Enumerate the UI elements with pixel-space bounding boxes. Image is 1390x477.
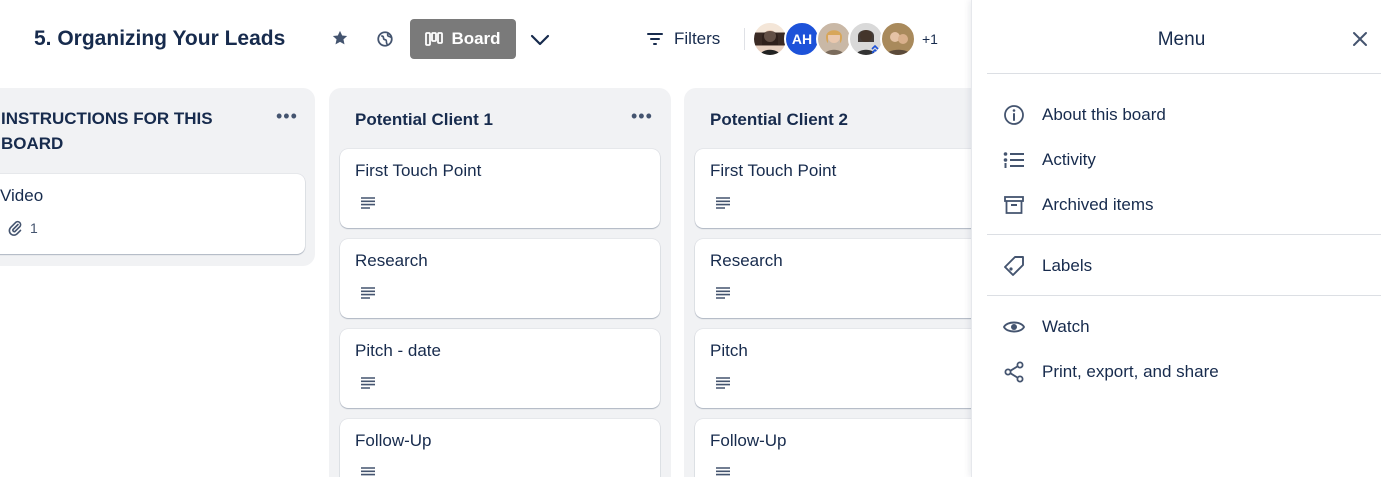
info-icon	[1002, 103, 1026, 127]
avatar[interactable]	[880, 21, 916, 57]
menu-item-label: About this board	[1042, 105, 1166, 124]
card-title: Follow-Up	[710, 431, 787, 450]
card[interactable]: Follow-Up	[340, 419, 660, 477]
card-title: Pitch	[710, 341, 748, 360]
menu-divider	[987, 234, 1381, 235]
archive-icon	[1002, 193, 1026, 217]
list-title[interactable]: Potential Client 2	[710, 107, 848, 132]
menu-item-activity[interactable]: Activity	[1002, 146, 1096, 174]
card[interactable]: Follow-Up	[695, 419, 971, 477]
menu-divider	[987, 73, 1381, 74]
list-potential-client-1: Potential Client 1 ••• First Touch Point…	[329, 88, 671, 477]
board-title[interactable]: 5. Organizing Your Leads	[34, 27, 285, 51]
menu-item-label: Activity	[1042, 150, 1096, 169]
menu-item-label: Labels	[1042, 256, 1093, 275]
card-title: First Touch Point	[710, 161, 837, 180]
activity-list-icon	[1002, 148, 1026, 172]
description-icon	[716, 197, 730, 209]
list-title[interactable]: Potential Client 1	[355, 107, 493, 132]
chevron-down-icon[interactable]	[528, 28, 552, 52]
card[interactable]: Research	[340, 239, 660, 318]
description-icon	[716, 467, 730, 476]
more-members-count[interactable]: +1	[922, 31, 938, 47]
board-view-button[interactable]: Board	[410, 19, 516, 59]
card[interactable]: Video 1	[0, 174, 305, 254]
card[interactable]: Pitch - date	[340, 329, 660, 408]
card[interactable]: Pitch	[695, 329, 971, 408]
label-tag-icon	[1002, 254, 1026, 278]
attachment-badge: 1	[8, 220, 38, 236]
avatar[interactable]	[816, 21, 852, 57]
avatar[interactable]: AH	[784, 21, 820, 57]
star-icon[interactable]	[329, 27, 351, 49]
card[interactable]: First Touch Point	[340, 149, 660, 228]
menu-item-watch[interactable]: Watch	[1002, 313, 1090, 341]
filter-icon	[647, 33, 663, 45]
menu-item-labels[interactable]: Labels	[1002, 252, 1092, 280]
description-icon	[716, 287, 730, 299]
card-title: Research	[710, 251, 783, 270]
list-title-line: INSTRUCTIONS FOR THIS	[1, 109, 213, 128]
list-title-line: BOARD	[1, 134, 64, 153]
menu-item-label: Watch	[1042, 317, 1090, 336]
board-view-label: Board	[451, 29, 501, 48]
globe-visibility-icon[interactable]	[374, 28, 396, 50]
list-potential-client-2: Potential Client 2 First Touch Point Res…	[684, 88, 971, 477]
menu-item-about[interactable]: About this board	[1002, 101, 1166, 129]
paperclip-icon	[8, 220, 22, 236]
list-instructions: INSTRUCTIONS FOR THIS BOARD ••• Video 1	[0, 88, 315, 266]
filters-button[interactable]: Filters	[646, 27, 720, 51]
description-icon	[361, 467, 375, 476]
card-title: Research	[355, 251, 428, 270]
list-more-icon[interactable]: •••	[631, 106, 653, 127]
card-title: Follow-Up	[355, 431, 432, 450]
card-title: Video	[0, 186, 44, 205]
card[interactable]: First Touch Point	[695, 149, 971, 228]
card-title: First Touch Point	[355, 161, 482, 180]
header-divider	[744, 28, 745, 50]
avatar[interactable]	[752, 21, 788, 57]
menu-title: Menu	[1157, 29, 1206, 50]
menu-divider	[987, 295, 1381, 296]
description-icon	[361, 197, 375, 209]
attachment-count: 1	[30, 220, 38, 236]
list-more-icon[interactable]: •••	[276, 106, 298, 127]
menu-item-label: Print, export, and share	[1042, 362, 1219, 381]
description-icon	[361, 287, 375, 299]
close-icon[interactable]	[1349, 28, 1371, 50]
board-lists: INSTRUCTIONS FOR THIS BOARD ••• Video 1 …	[0, 78, 971, 477]
member-avatars[interactable]: AH +1	[752, 21, 938, 57]
board-view-icon	[425, 32, 444, 46]
board-menu-panel: Menu About this board Activity Archived …	[971, 0, 1390, 477]
menu-item-label: Archived items	[1042, 195, 1154, 214]
description-icon	[716, 377, 730, 389]
eye-icon	[1002, 315, 1026, 339]
filters-label: Filters	[674, 29, 721, 48]
description-icon	[361, 377, 375, 389]
avatar[interactable]	[848, 21, 884, 57]
menu-item-archived[interactable]: Archived items	[1002, 191, 1153, 219]
card[interactable]: Research	[695, 239, 971, 318]
card-title: Pitch - date	[355, 341, 441, 360]
list-title[interactable]: INSTRUCTIONS FOR THIS BOARD	[1, 106, 213, 156]
share-icon	[1002, 360, 1026, 384]
menu-item-print-export-share[interactable]: Print, export, and share	[1002, 358, 1219, 386]
